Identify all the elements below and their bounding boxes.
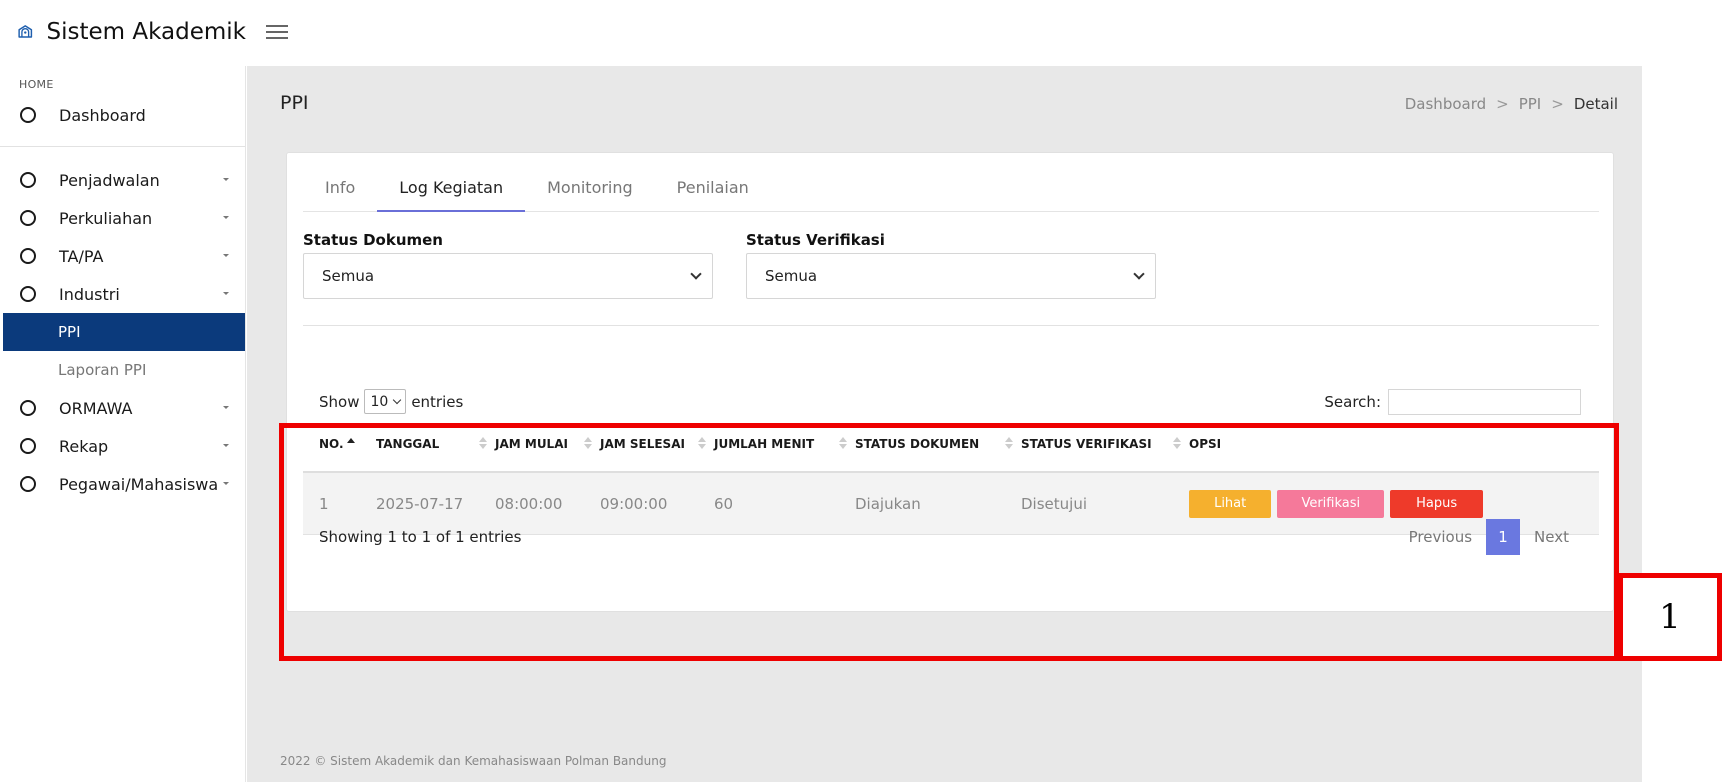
entries-label: entries: [411, 392, 464, 411]
filter-status-dokumen: Status Dokumen Semua: [303, 231, 713, 299]
sidebar-heading: HOME: [19, 78, 54, 91]
caret-down-icon: [223, 406, 229, 409]
sidebar-item-ormawa[interactable]: ORMAWA: [0, 389, 245, 427]
page-title: PPI: [280, 92, 309, 114]
sidebar-item-label: Industri: [59, 284, 120, 304]
caret-down-icon: [223, 292, 229, 295]
breadcrumb-detail: Detail: [1573, 95, 1618, 113]
entries-length: Show 10 entries: [319, 389, 463, 414]
caret-down-icon: [223, 178, 229, 181]
sidebar: HOME Dashboard Penjadwalan Perkuliahan T…: [0, 66, 246, 782]
sidebar-subitem-ppi[interactable]: PPI: [3, 313, 245, 351]
circle-icon: [20, 286, 36, 302]
sidebar-item-label: Penjadwalan: [59, 170, 160, 190]
search-label: Search:: [1324, 393, 1381, 411]
filter-status-verifikasi: Status Verifikasi Semua: [746, 231, 1156, 299]
tab-monitoring[interactable]: Monitoring: [525, 173, 655, 212]
sidebar-item-penjadwalan[interactable]: Penjadwalan: [0, 161, 245, 199]
circle-icon: [20, 400, 36, 416]
sidebar-item-label: Perkuliahan: [59, 208, 153, 228]
sidebar-item-pegawai-mahasiswa[interactable]: Pegawai/Mahasiswa: [0, 465, 245, 503]
breadcrumb: Dashboard > PPI > Detail: [1405, 95, 1618, 113]
breadcrumb-separator: >: [1551, 95, 1564, 113]
select-value: Semua: [765, 267, 818, 285]
circle-icon: [20, 107, 36, 123]
sidebar-item-industri[interactable]: Industri: [0, 275, 245, 313]
divider: [303, 325, 1599, 326]
breadcrumb-ppi[interactable]: PPI: [1519, 95, 1542, 113]
circle-icon: [20, 476, 36, 492]
tab-info[interactable]: Info: [303, 173, 377, 212]
menu-toggle-icon[interactable]: [266, 21, 288, 43]
table-search: Search:: [1324, 389, 1581, 415]
chevron-down-icon: [393, 395, 402, 405]
entries-select[interactable]: 10: [364, 389, 407, 414]
circle-icon: [20, 248, 36, 264]
sidebar-subitem-laporan-ppi[interactable]: Laporan PPI: [0, 351, 245, 389]
status-dokumen-select[interactable]: Semua: [303, 253, 713, 299]
search-input[interactable]: [1388, 389, 1581, 415]
app-title: Sistem Akademik: [46, 19, 246, 45]
chevron-down-icon: [1133, 268, 1145, 280]
filter-label: Status Dokumen: [303, 231, 443, 249]
chevron-down-icon: [690, 268, 702, 280]
sidebar-item-dashboard[interactable]: Dashboard: [0, 96, 245, 134]
caret-down-icon: [223, 216, 229, 219]
sidebar-item-label: TA/PA: [59, 246, 104, 266]
sidebar-item-label: Rekap: [59, 436, 109, 456]
circle-icon: [20, 438, 36, 454]
tab-log-kegiatan[interactable]: Log Kegiatan: [377, 173, 526, 212]
select-value: Semua: [322, 267, 375, 285]
sidebar-item-label: Dashboard: [59, 105, 146, 125]
status-verifikasi-select[interactable]: Semua: [746, 253, 1156, 299]
filter-label: Status Verifikasi: [746, 231, 885, 249]
top-bar: Sistem Akademik: [0, 0, 1642, 64]
circle-icon: [20, 210, 36, 226]
sidebar-item-label: Pegawai/Mahasiswa: [59, 474, 219, 494]
circle-icon: [20, 172, 36, 188]
caret-down-icon: [223, 254, 229, 257]
show-label: Show: [319, 392, 360, 411]
brand[interactable]: Sistem Akademik: [0, 19, 246, 45]
tab-bar: Info Log Kegiatan Monitoring Penilaian: [303, 173, 1599, 212]
logo-icon: [18, 25, 33, 38]
sidebar-divider: [0, 146, 245, 147]
sidebar-item-ta-pa[interactable]: TA/PA: [0, 237, 245, 275]
entries-value: 10: [370, 393, 389, 410]
sidebar-item-perkuliahan[interactable]: Perkuliahan: [0, 199, 245, 237]
breadcrumb-separator: >: [1496, 95, 1509, 113]
caret-down-icon: [223, 482, 229, 485]
breadcrumb-dashboard[interactable]: Dashboard: [1405, 95, 1486, 113]
tab-penilaian[interactable]: Penilaian: [655, 173, 771, 212]
sidebar-item-label: ORMAWA: [59, 398, 133, 418]
sidebar-item-rekap[interactable]: Rekap: [0, 427, 245, 465]
caret-down-icon: [223, 444, 229, 447]
footer: 2022 © Sistem Akademik dan Kemahasiswaan…: [280, 754, 667, 768]
highlight-label: 1: [1618, 573, 1722, 661]
highlight-box: [279, 423, 1619, 661]
